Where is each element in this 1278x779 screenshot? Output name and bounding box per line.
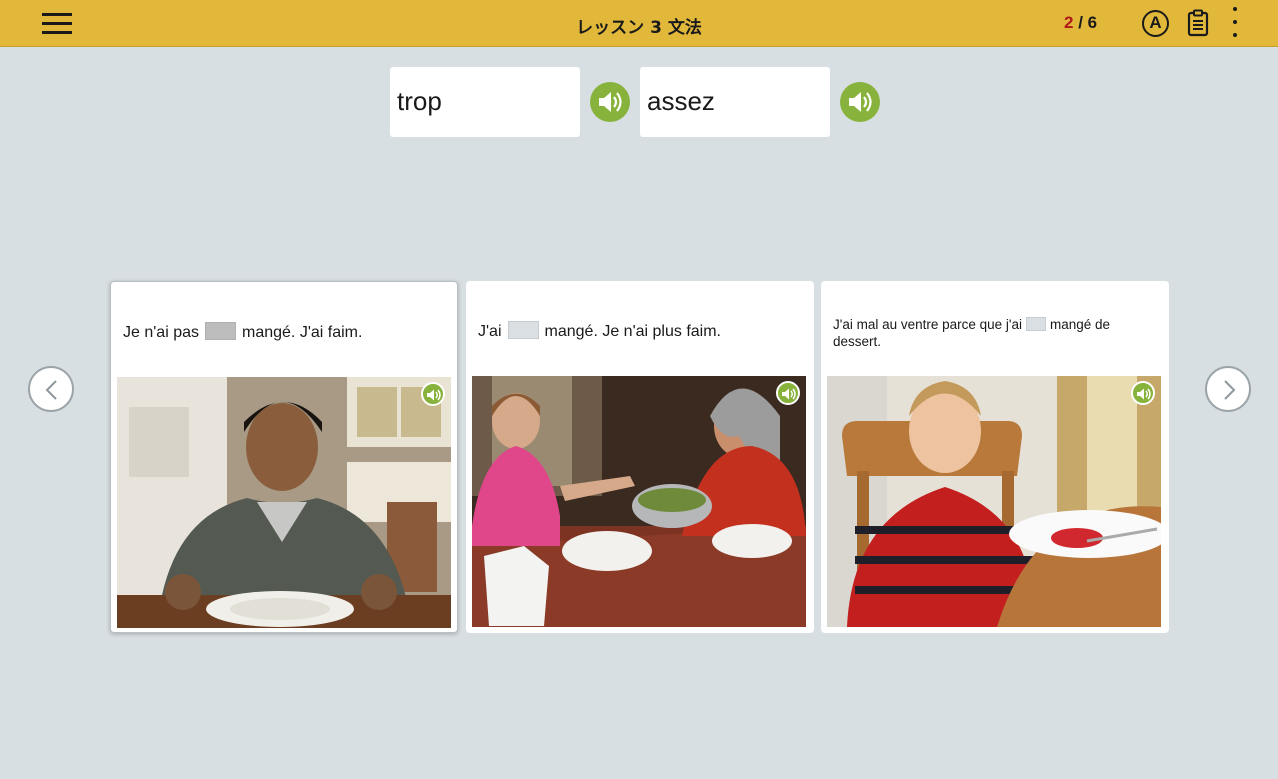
top-bar: レッスン 3 文法 2 / 6 A xyxy=(0,0,1278,47)
answer-blank[interactable] xyxy=(507,321,539,339)
speaker-icon[interactable] xyxy=(1131,381,1155,405)
sentence-before: Je n'ai pas xyxy=(123,324,199,341)
chevron-left-icon xyxy=(45,380,57,400)
previous-button[interactable] xyxy=(28,366,74,412)
speaker-icon[interactable] xyxy=(590,82,630,122)
answer-blank[interactable] xyxy=(1026,317,1047,331)
speaker-icon[interactable] xyxy=(421,382,445,406)
card-sentence: J'ai mal au ventre parce que j'ai mangé d… xyxy=(833,316,1159,350)
photo-hungry-young-man xyxy=(117,377,451,628)
progress-counter: 2 / 6 xyxy=(1064,13,1097,33)
answer-blank[interactable] xyxy=(205,322,236,340)
speaker-icon[interactable] xyxy=(776,381,800,405)
card-sentence: Je n'ai pas mangé. J'ai faim. xyxy=(123,322,449,344)
chevron-right-icon xyxy=(1224,380,1236,400)
speaker-icon[interactable] xyxy=(840,82,880,122)
sentence-after: mangé. Je n'ai plus faim. xyxy=(544,323,721,340)
sentence-before: J'ai xyxy=(478,323,502,340)
sentence-after: mangé. J'ai faim. xyxy=(242,324,363,341)
progress-total: 6 xyxy=(1087,13,1098,32)
word-card-trop[interactable]: trop xyxy=(390,67,580,137)
answer-card-1[interactable]: Je n'ai pas mangé. J'ai faim. xyxy=(110,281,458,633)
vertical-dots-icon[interactable] xyxy=(1228,6,1242,40)
next-button[interactable] xyxy=(1205,366,1251,412)
word-card-assez[interactable]: assez xyxy=(640,67,830,137)
progress-separator: / xyxy=(1073,13,1088,32)
photo-girl-declines-salad xyxy=(472,376,806,627)
clipboard-icon[interactable] xyxy=(1187,9,1209,37)
card-sentence: J'ai mangé. Je n'ai plus faim. xyxy=(478,321,804,343)
sentence-before: J'ai mal au ventre parce que j'ai xyxy=(833,317,1023,332)
answer-card-3[interactable]: J'ai mal au ventre parce que j'ai mangé d… xyxy=(821,281,1169,633)
circled-a-icon[interactable]: A xyxy=(1142,10,1169,37)
photo-boy-stomach-ache xyxy=(827,376,1161,627)
answer-card-2[interactable]: J'ai mangé. Je n'ai plus faim. xyxy=(466,281,814,633)
